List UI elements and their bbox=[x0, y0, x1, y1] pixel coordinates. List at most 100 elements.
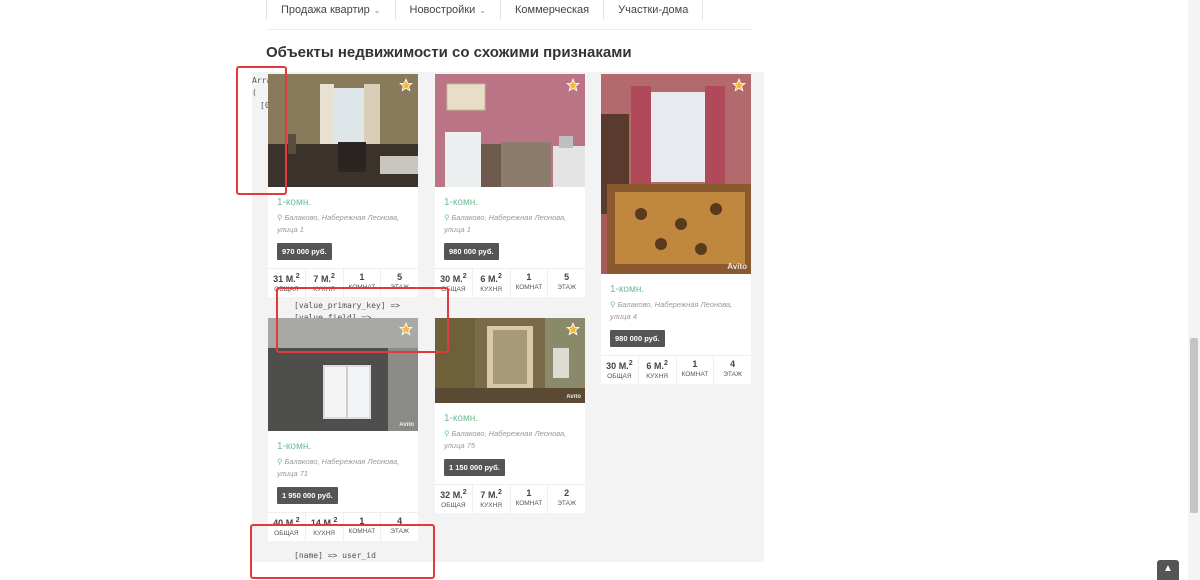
area-unit: М. bbox=[285, 274, 296, 284]
spec-label: ОБЩАЯ bbox=[441, 502, 466, 509]
property-photo[interactable] bbox=[435, 74, 585, 187]
property-photo[interactable]: Avito bbox=[435, 318, 585, 403]
bedroom-photo bbox=[601, 74, 751, 274]
property-card[interactable]: 1-комн. ⚲ Балаково, Набережная Леонова, у… bbox=[268, 74, 418, 297]
spec-value: 6 bbox=[480, 274, 486, 284]
address-text: Балаково, Набережная Леонова, улица 4 bbox=[610, 300, 733, 321]
area-exponent: 2 bbox=[295, 517, 300, 524]
specs-row: 32 М.2 ОБЩАЯ 7 М.2 КУХНЯ 1 КОМНАТ 2 ЭТАЖ bbox=[435, 484, 585, 513]
location-pin-icon: ⚲ bbox=[277, 457, 283, 466]
area-exponent: 2 bbox=[330, 273, 335, 280]
spec-rooms: 1 КОМНАТ bbox=[511, 485, 549, 513]
avito-watermark: Avito bbox=[566, 394, 581, 400]
address-text: Балаково, Набережная Леонова, улица 1 bbox=[444, 213, 567, 234]
nav-item-label: Участки-дома bbox=[618, 4, 689, 16]
spec-value: 31 bbox=[273, 274, 284, 284]
spec-value: 1 bbox=[359, 272, 365, 282]
property-photo[interactable] bbox=[268, 74, 418, 187]
listing-address: ⚲ Балаково, Набережная Леонова, улица 71 bbox=[268, 454, 418, 480]
chevron-down-icon: ⌄ bbox=[479, 5, 486, 15]
area-exponent: 2 bbox=[462, 273, 467, 280]
spec-floor: 5 ЭТАЖ bbox=[548, 269, 585, 297]
spec-label: КОМНАТ bbox=[515, 284, 543, 291]
spec-floor: 4 ЭТАЖ bbox=[714, 356, 751, 384]
nav-item-new-buildings[interactable]: Новостройки ⌄ bbox=[394, 0, 500, 20]
price-badge: 980 000 руб. bbox=[444, 243, 499, 260]
spec-value: 1 bbox=[526, 488, 532, 498]
nav-item-commercial[interactable]: Коммерческая bbox=[499, 0, 603, 20]
area-exponent: 2 bbox=[333, 517, 338, 524]
spec-label: КУХНЯ bbox=[646, 373, 668, 380]
property-card[interactable]: Avito 1-комн. ⚲ Балаково, Набережная Леон… bbox=[435, 318, 585, 513]
spec-label: ЭТАЖ bbox=[557, 284, 576, 291]
spec-rooms: 1 КОМНАТ bbox=[677, 356, 715, 384]
location-pin-icon: ⚲ bbox=[444, 429, 450, 438]
spec-value: 1 bbox=[692, 359, 698, 369]
nav-item-label: Новостройки bbox=[409, 4, 476, 16]
spec-value: 30 bbox=[606, 361, 617, 371]
room-photo bbox=[435, 318, 585, 403]
spec-kitchen: 7 М.2 КУХНЯ bbox=[473, 485, 511, 513]
location-pin-icon: ⚲ bbox=[610, 300, 616, 309]
favorite-star-icon[interactable] bbox=[732, 78, 746, 92]
specs-row: 30 М.2 ОБЩАЯ 6 М.2 КУХНЯ 1 КОМНАТ 4 ЭТАЖ bbox=[601, 355, 751, 384]
listing-title[interactable]: 1-комн. bbox=[601, 274, 751, 297]
specs-row: 30 М.2 ОБЩАЯ 6 М.2 КУХНЯ 1 КОМНАТ 5 ЭТАЖ bbox=[435, 268, 585, 297]
area-exponent: 2 bbox=[462, 489, 467, 496]
spec-kitchen: 6 М.2 КУХНЯ bbox=[639, 356, 677, 384]
arrow-up-icon: ▲ bbox=[1163, 563, 1173, 574]
nav-item-label: Коммерческая bbox=[514, 4, 590, 16]
highlight-box-debug-name bbox=[250, 524, 435, 579]
area-unit: М. bbox=[487, 490, 498, 500]
area-unit: М. bbox=[487, 274, 498, 284]
property-card[interactable]: 1-комн. ⚲ Балаково, Набережная Леонова, у… bbox=[435, 74, 585, 297]
location-pin-icon: ⚲ bbox=[444, 213, 450, 222]
listing-title[interactable]: 1-комн. bbox=[435, 403, 585, 426]
nav-item-apartments-sale[interactable]: Продажа квартир ⌄ bbox=[266, 0, 395, 20]
spec-value: 7 bbox=[313, 274, 319, 284]
area-exponent: 2 bbox=[295, 273, 300, 280]
spec-value: 1 bbox=[526, 272, 532, 282]
scroll-to-top-button[interactable]: ▲ bbox=[1157, 560, 1179, 580]
location-pin-icon: ⚲ bbox=[277, 213, 283, 222]
address-text: Балаково, Набережная Леонова, улица 71 bbox=[277, 457, 400, 478]
spec-value: 7 bbox=[480, 490, 486, 500]
area-unit: М. bbox=[618, 361, 629, 371]
area-unit: М. bbox=[452, 274, 463, 284]
listing-title[interactable]: 1-комн. bbox=[268, 431, 418, 454]
address-text: Балаково, Набережная Леонова, улица 1 bbox=[277, 213, 400, 234]
area-exponent: 2 bbox=[628, 360, 633, 367]
spec-rooms: 1 КОМНАТ bbox=[511, 269, 549, 297]
spec-area: 30 М.2 ОБЩАЯ bbox=[601, 356, 639, 384]
area-unit: М. bbox=[320, 274, 331, 284]
listing-title[interactable]: 1-комн. bbox=[268, 187, 418, 210]
avito-watermark: Avito bbox=[399, 422, 414, 428]
price-badge: 1 150 000 руб. bbox=[444, 459, 505, 476]
kitchen-photo bbox=[435, 74, 585, 187]
spec-label: ЭТАЖ bbox=[557, 500, 576, 507]
spec-label: ОБЩАЯ bbox=[607, 373, 632, 380]
room-photo bbox=[268, 74, 418, 187]
area-unit: М. bbox=[452, 490, 463, 500]
nav-item-land-houses[interactable]: Участки-дома bbox=[603, 0, 704, 20]
divider bbox=[266, 29, 752, 30]
property-card[interactable]: Avito 1-комн. ⚲ Балаково, Набережная Леон… bbox=[601, 74, 751, 384]
top-navigation: Продажа квартир ⌄ Новостройки ⌄ Коммерче… bbox=[266, 0, 704, 24]
price-badge: 980 000 руб. bbox=[610, 330, 665, 347]
spec-value: 2 bbox=[564, 488, 570, 498]
price-badge: 970 000 руб. bbox=[277, 243, 332, 260]
spec-kitchen: 6 М.2 КУХНЯ bbox=[473, 269, 511, 297]
spec-label: КУХНЯ bbox=[480, 502, 502, 509]
listing-address: ⚲ Балаково, Набережная Леонова, улица 4 bbox=[601, 297, 751, 323]
spec-label: КОМНАТ bbox=[681, 371, 709, 378]
spec-value: 32 bbox=[440, 490, 451, 500]
spec-value: 4 bbox=[730, 359, 736, 369]
favorite-star-icon[interactable] bbox=[566, 322, 580, 336]
spec-value: 30 bbox=[440, 274, 451, 284]
favorite-star-icon[interactable] bbox=[566, 78, 580, 92]
scrollbar-thumb[interactable] bbox=[1190, 338, 1198, 513]
favorite-star-icon[interactable] bbox=[399, 78, 413, 92]
listing-title[interactable]: 1-комн. bbox=[435, 187, 585, 210]
property-photo[interactable]: Avito bbox=[601, 74, 751, 274]
spec-area: 32 М.2 ОБЩАЯ bbox=[435, 485, 473, 513]
